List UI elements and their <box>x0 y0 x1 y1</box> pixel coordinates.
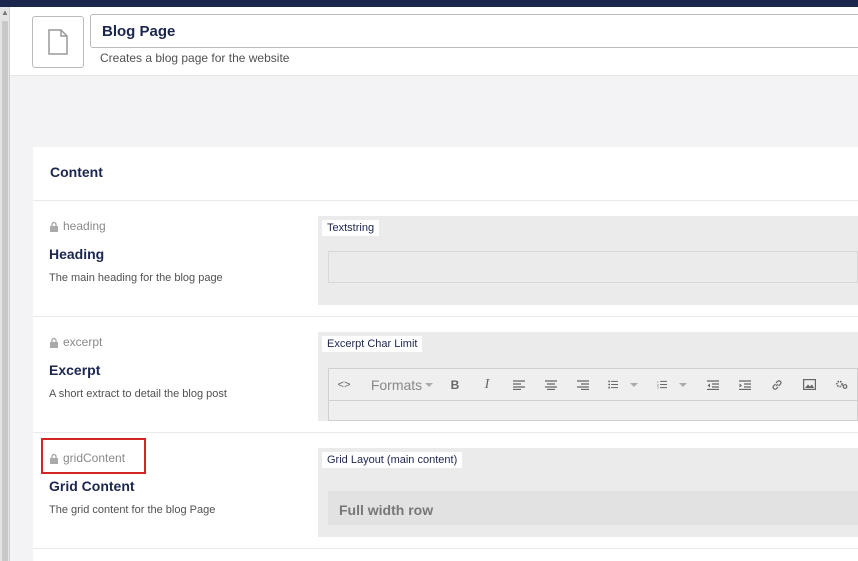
rte-toolbar: <> Formats B I 1 2 3 <box>328 368 858 401</box>
editor-tag: Grid Layout (main content) <box>322 452 463 468</box>
property-description: The grid content for the blog Page <box>49 504 216 516</box>
property-heading: heading Heading The main heading for the… <box>33 201 858 317</box>
heading-text-input[interactable] <box>328 251 858 283</box>
grid-row-full-width[interactable]: Full width row <box>328 491 858 525</box>
lock-icon <box>50 337 58 348</box>
alias-text: heading <box>63 219 106 233</box>
numbered-list-icon[interactable]: 123 <box>657 369 687 400</box>
editor-tag: Textstring <box>322 220 380 236</box>
property-excerpt: excerpt Excerpt A short extract to detai… <box>33 317 858 433</box>
property-alias: excerpt <box>49 335 102 349</box>
document-type-icon-button[interactable] <box>32 16 84 68</box>
divider <box>33 548 858 549</box>
node-description: Creates a blog page for the website <box>100 51 290 65</box>
property-description: A short extract to detail the blog post <box>49 388 227 400</box>
grid-layout-editor: Grid Layout (main content) Full width ro… <box>318 448 858 537</box>
content-group-title: Content <box>50 164 103 180</box>
bullet-list-icon[interactable] <box>608 369 638 400</box>
content-header: Creates a blog page for the website <box>10 7 858 76</box>
rte-content-area[interactable] <box>328 401 858 421</box>
outdent-icon[interactable] <box>706 369 720 400</box>
align-left-icon[interactable] <box>512 369 526 400</box>
property-grid-content: gridContent Grid Content The grid conten… <box>33 433 858 549</box>
italic-icon[interactable]: I <box>480 369 494 400</box>
formats-label: Formats <box>370 376 423 393</box>
property-label: Heading <box>49 246 105 262</box>
textstring-editor: Textstring <box>318 216 858 305</box>
property-label: Grid Content <box>49 478 135 494</box>
left-scrollbar[interactable]: ▲ <box>0 7 10 561</box>
scroll-up-arrow-icon[interactable]: ▲ <box>1 9 9 17</box>
property-description: The main heading for the blog page <box>49 272 223 284</box>
indent-icon[interactable] <box>738 369 752 400</box>
lock-icon <box>50 221 58 232</box>
link-icon[interactable] <box>770 369 784 400</box>
bold-icon[interactable]: B <box>448 369 462 400</box>
source-code-icon[interactable]: <> <box>337 369 351 400</box>
image-icon[interactable] <box>802 369 816 400</box>
macro-icon[interactable] <box>834 369 848 400</box>
property-label: Excerpt <box>49 362 101 378</box>
svg-text:3: 3 <box>657 386 659 390</box>
alias-highlight-box <box>41 438 146 474</box>
align-right-icon[interactable] <box>576 369 590 400</box>
document-icon <box>48 29 68 55</box>
top-bar <box>0 0 858 7</box>
align-center-icon[interactable] <box>544 369 558 400</box>
scrollbar-thumb[interactable] <box>2 21 8 561</box>
property-alias: heading <box>49 219 106 233</box>
alias-text: excerpt <box>63 335 103 349</box>
formats-dropdown[interactable]: Formats <box>369 369 435 400</box>
node-name-input[interactable] <box>90 14 858 48</box>
content-group-card: Content heading Heading The main heading… <box>33 147 858 561</box>
rich-text-editor: Excerpt Char Limit <> Formats B I 1 2 3 <box>318 332 858 421</box>
editor-tag: Excerpt Char Limit <box>322 336 423 352</box>
